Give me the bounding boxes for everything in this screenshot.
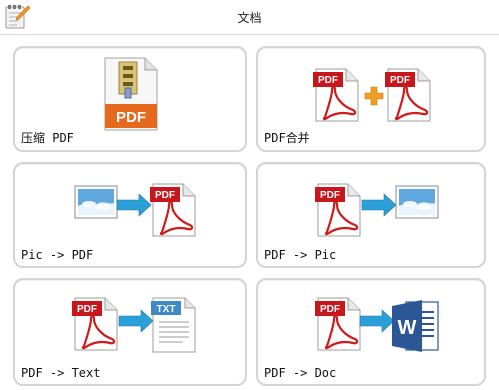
pdf-badge: PDF xyxy=(116,109,146,126)
tile-label: 压缩 PDF xyxy=(21,131,74,145)
pdf-to-text-icon: PDF TXT xyxy=(70,296,196,353)
pdf-badge: PDF xyxy=(77,304,97,315)
pdf-to-doc-icon: PDF W xyxy=(313,296,439,352)
tile-compress-pdf[interactable]: PDF 压缩 PDF xyxy=(13,46,247,152)
pdf-badge: PDF xyxy=(155,190,175,201)
pdf-badge: PDF xyxy=(318,75,338,86)
tool-grid: PDF 压缩 PDF PDF PDF PDF合并 PDF Pic -> PDF … xyxy=(0,38,499,390)
tile-label: PDF合并 xyxy=(264,131,310,145)
tile-label: Pic -> PDF xyxy=(21,248,94,262)
tile-pdf-to-pic[interactable]: PDF PDF -> Pic xyxy=(256,162,486,268)
tile-pic-to-pdf[interactable]: PDF Pic -> PDF xyxy=(13,162,247,268)
tile-label: PDF -> Doc xyxy=(264,366,337,380)
tile-merge-pdf[interactable]: PDF PDF PDF合并 xyxy=(256,46,486,152)
pdf-badge: PDF xyxy=(390,75,410,86)
page-title: 文档 xyxy=(237,11,262,25)
word-letter: W xyxy=(398,317,417,339)
title-bar: 文档 xyxy=(0,0,499,35)
pdf-badge: PDF xyxy=(320,304,340,315)
compress-pdf-icon: PDF xyxy=(104,57,158,131)
tile-pdf-to-doc[interactable]: PDF W PDF -> Doc xyxy=(256,278,486,386)
tile-label: PDF -> Text xyxy=(21,366,101,380)
tile-pdf-to-text[interactable]: PDF TXT PDF -> Text xyxy=(13,278,247,386)
merge-pdf-icon: PDF PDF xyxy=(311,67,432,123)
tile-label: PDF -> Pic xyxy=(264,248,337,262)
txt-badge: TXT xyxy=(157,304,176,315)
image-to-pdf-icon: PDF xyxy=(74,182,197,238)
pdf-to-image-icon: PDF xyxy=(313,182,439,238)
pdf-badge: PDF xyxy=(320,190,340,201)
